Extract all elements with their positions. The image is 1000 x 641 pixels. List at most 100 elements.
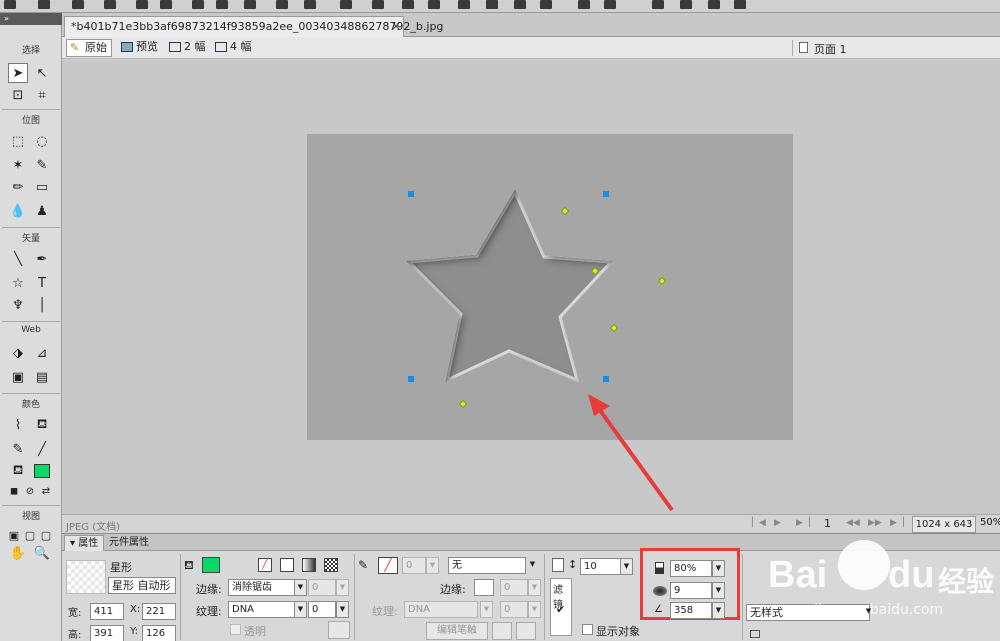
fill-solid-button[interactable]: [280, 558, 294, 572]
open-icon[interactable]: [38, 0, 50, 9]
brush-tool[interactable]: ✎: [32, 155, 52, 175]
print-icon[interactable]: [160, 0, 172, 9]
tools-panel-header[interactable]: »: [0, 13, 62, 25]
flip-horizontal-icon[interactable]: [652, 0, 664, 9]
last-frame-icon[interactable]: ▶▕: [796, 518, 810, 528]
rotate-left-icon[interactable]: [578, 0, 590, 9]
shadow-softness-field[interactable]: 9: [670, 582, 712, 599]
crop-tool[interactable]: ⌗: [32, 85, 52, 105]
stroke-none-swatch[interactable]: ╱: [32, 439, 52, 459]
y-field[interactable]: 126: [142, 625, 176, 641]
transparent-checkbox[interactable]: [230, 624, 241, 635]
height-field[interactable]: 391: [90, 625, 124, 641]
prev-frame-icon[interactable]: ◀◀: [846, 518, 860, 528]
star-shape-tool[interactable]: ☆: [8, 273, 28, 293]
freeform-tool[interactable]: ♆: [8, 295, 28, 315]
tab-symbol-properties[interactable]: 元件属性: [104, 535, 154, 551]
shadow-angle-field[interactable]: 358: [670, 602, 712, 619]
fill-gradient-button[interactable]: [302, 558, 316, 572]
rubber-stamp-tool[interactable]: ♟: [32, 201, 52, 221]
pencil-tool[interactable]: ✏: [8, 177, 28, 197]
paint-bucket-tool[interactable]: ⛾: [32, 415, 52, 435]
fill-color-swatch[interactable]: [202, 557, 220, 573]
full-screen-icon[interactable]: ▢: [36, 525, 56, 545]
filter-enabled-check[interactable]: ✔: [556, 603, 565, 616]
canvas-area[interactable]: [62, 60, 1000, 515]
hide-slices-icon[interactable]: ▣: [8, 367, 28, 387]
line-tool[interactable]: ╲: [8, 249, 28, 269]
ungroup-icon[interactable]: [372, 0, 384, 9]
pointer-tool[interactable]: ➤: [8, 63, 28, 83]
paste-icon[interactable]: [304, 0, 316, 9]
new-icon[interactable]: [4, 0, 16, 9]
page-selector[interactable]: 页面 1: [814, 41, 847, 57]
swap-colors-icon[interactable]: ⇄: [36, 481, 56, 501]
rotate-right-icon[interactable]: [604, 0, 616, 9]
hand-tool[interactable]: ✋: [8, 543, 28, 563]
distort-icon[interactable]: [734, 0, 746, 9]
tab-preview[interactable]: 预览: [118, 39, 162, 57]
flip-vertical-icon[interactable]: [680, 0, 692, 9]
slice-tool[interactable]: ⊿: [32, 343, 52, 363]
filters-list[interactable]: 滤镜 ✔: [550, 578, 572, 636]
fill-pattern-button[interactable]: [324, 558, 338, 572]
scale-tool[interactable]: ⊡: [8, 85, 28, 105]
copy-icon[interactable]: [276, 0, 288, 9]
opacity-dropdown-icon[interactable]: ▼: [620, 558, 633, 575]
join-icon[interactable]: [402, 0, 414, 9]
stroke-color-icon[interactable]: ✎: [8, 439, 28, 459]
lasso-tool[interactable]: ◌: [32, 131, 52, 151]
zoom-level[interactable]: 50%: [980, 517, 1000, 528]
first-frame-icon[interactable]: ▏◀: [752, 518, 766, 528]
opacity-field[interactable]: 10: [580, 558, 624, 575]
cut-icon[interactable]: [244, 0, 256, 9]
document-tab[interactable]: *b401b71e3bb3af69873214f93859a2ee_003403…: [64, 16, 443, 37]
marquee-tool[interactable]: ⬚: [8, 131, 28, 151]
show-object-checkbox[interactable]: [582, 624, 593, 635]
pen-tool[interactable]: ✒: [32, 249, 52, 269]
texture-amount-dropdown-icon[interactable]: ▼: [336, 601, 349, 618]
eraser-tool[interactable]: ▭: [32, 177, 52, 197]
eyedropper-tool[interactable]: ⌇: [8, 415, 28, 435]
import-icon[interactable]: [104, 0, 116, 9]
next-icon[interactable]: ▶▕: [890, 518, 904, 528]
texture-select[interactable]: DNA: [228, 601, 302, 618]
save-icon[interactable]: [72, 0, 84, 9]
tab-properties[interactable]: ▾ 属性: [64, 535, 105, 551]
zoom-tool[interactable]: 🔍: [32, 543, 52, 563]
shadow-softness-dropdown-icon[interactable]: ▼: [712, 582, 725, 599]
width-field[interactable]: 411: [90, 603, 124, 620]
text-tool[interactable]: T: [32, 273, 52, 293]
edge-select[interactable]: 消除锯齿: [228, 579, 302, 596]
group-icon[interactable]: [340, 0, 352, 9]
split-icon[interactable]: [428, 0, 440, 9]
edge-dropdown-icon[interactable]: ▼: [294, 579, 307, 596]
blur-tool[interactable]: 💧: [8, 201, 28, 221]
export-icon[interactable]: [136, 0, 148, 9]
tab-original[interactable]: ✎ 原始: [66, 39, 112, 57]
fill-color-swatch[interactable]: [32, 461, 52, 481]
shadow-opacity-field[interactable]: 80%: [670, 560, 712, 577]
hotspot-tool[interactable]: ⬗: [8, 343, 28, 363]
shadow-angle-dropdown-icon[interactable]: ▼: [712, 602, 725, 619]
play-icon[interactable]: ▶: [774, 518, 781, 528]
send-back-icon[interactable]: [514, 0, 526, 9]
distribute-icon[interactable]: [540, 0, 552, 9]
next-frame-icon[interactable]: ▶▶: [868, 518, 882, 528]
shadow-opacity-dropdown-icon[interactable]: ▼: [712, 560, 725, 577]
subselect-tool[interactable]: ↖: [32, 63, 52, 83]
image-size-display[interactable]: 1024 x 643: [912, 516, 976, 533]
stroke-edge-swatch[interactable]: [474, 579, 494, 596]
stroke-type-dropdown-icon[interactable]: ▼: [526, 557, 539, 574]
fill-none-button[interactable]: ╱: [258, 558, 272, 572]
texture-dropdown-icon[interactable]: ▼: [294, 601, 307, 618]
fill-color-icon[interactable]: ⛾: [8, 461, 28, 481]
x-field[interactable]: 221: [142, 603, 176, 620]
bring-front-icon[interactable]: [486, 0, 498, 9]
redo-icon[interactable]: [216, 0, 228, 9]
knife-tool[interactable]: │: [32, 295, 52, 315]
tab-4-up[interactable]: 4 幅: [212, 39, 256, 57]
stroke-color-swatch[interactable]: ╱: [378, 557, 398, 574]
close-icon[interactable]: ×: [391, 17, 401, 36]
show-slices-icon[interactable]: ▤: [32, 367, 52, 387]
